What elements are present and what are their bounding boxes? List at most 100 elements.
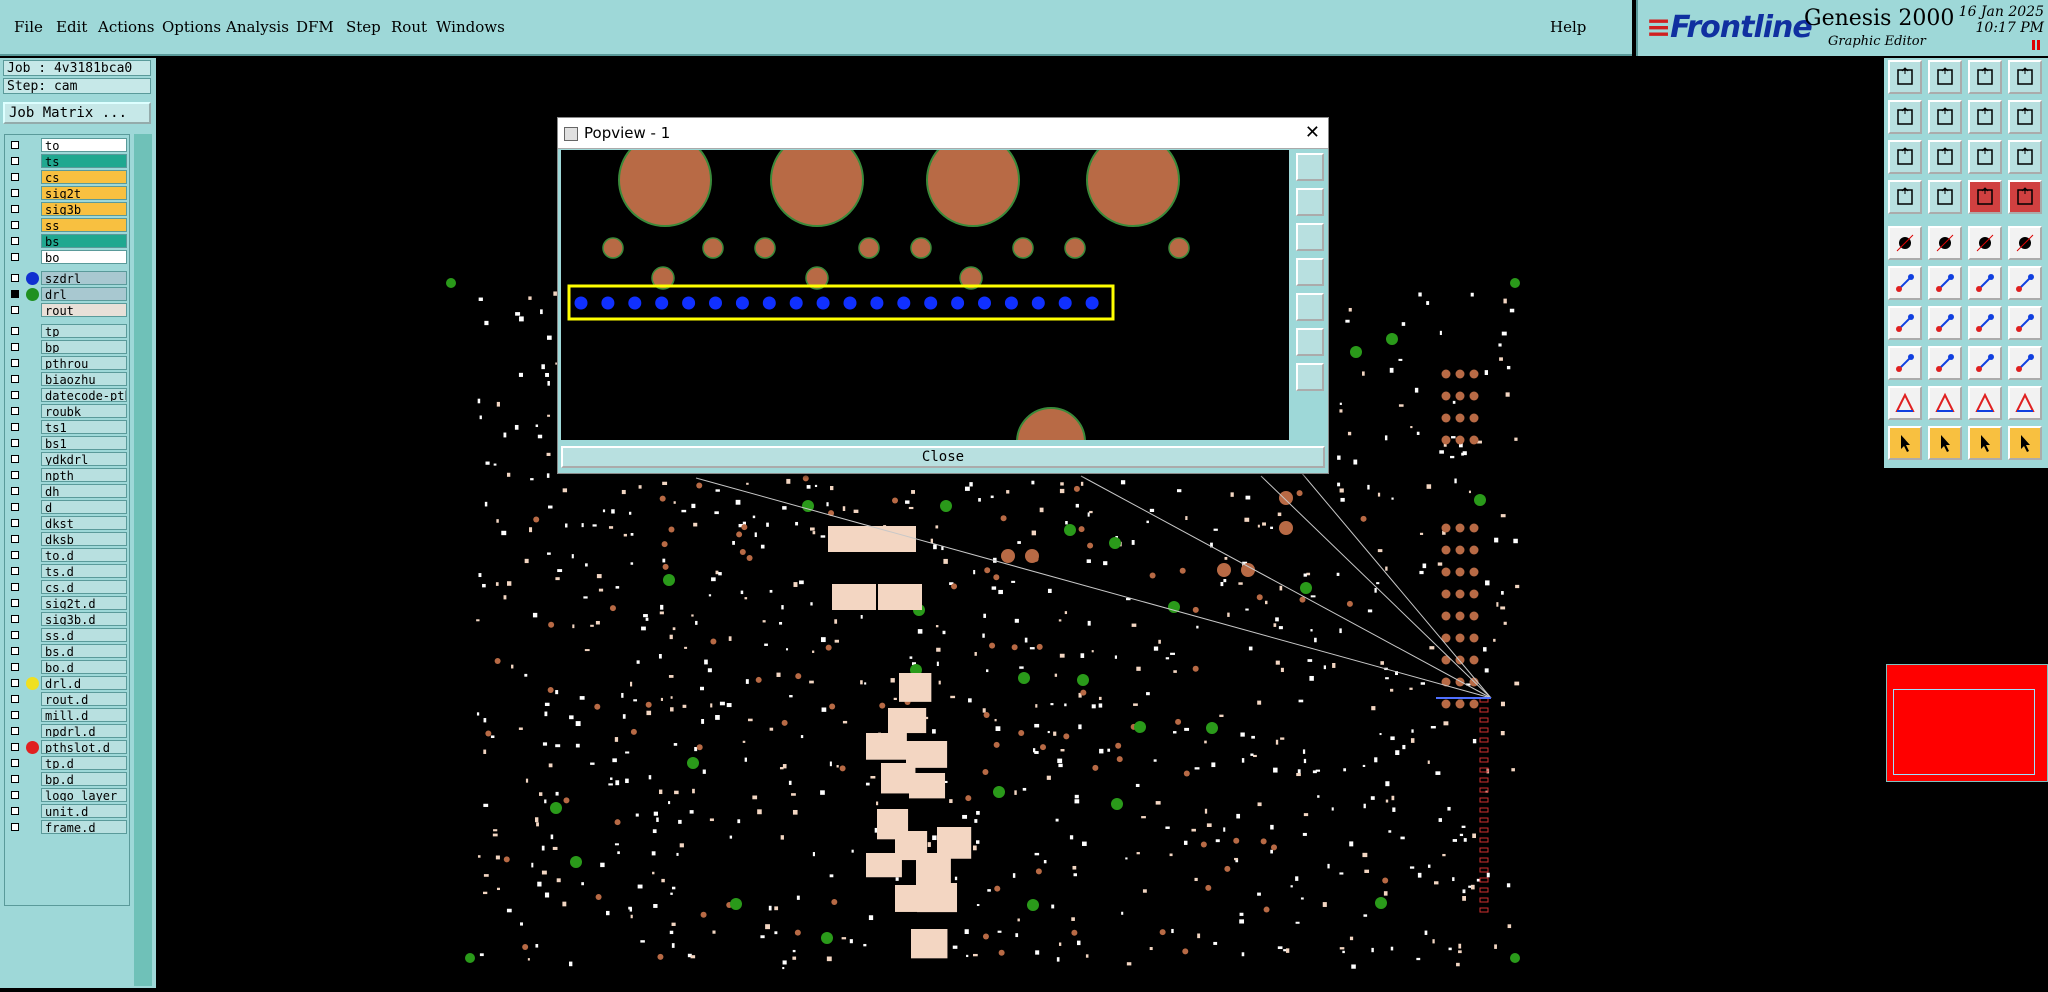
- layer-row-dkst[interactable]: dkst: [5, 516, 129, 531]
- layer-name[interactable]: d: [41, 500, 127, 514]
- layer-checkbox[interactable]: [11, 157, 19, 165]
- layer-checkbox[interactable]: [11, 290, 19, 298]
- layer-name[interactable]: dksb: [41, 532, 127, 546]
- layer-row-ts[interactable]: ts: [5, 154, 129, 169]
- layer-row-rout[interactable]: rout: [5, 303, 129, 318]
- layer-name[interactable]: cs: [41, 170, 127, 184]
- popview-zoom-icon[interactable]: [1296, 153, 1324, 181]
- layer-name[interactable]: to: [41, 138, 127, 152]
- gap-icon[interactable]: [2008, 306, 2042, 340]
- layer-checkbox[interactable]: [11, 343, 19, 351]
- single-select-icon[interactable]: [1888, 226, 1922, 260]
- layer-row-logo-layer-[interactable]: logo_layer_: [5, 788, 129, 803]
- layer-row-roubk[interactable]: roubk: [5, 404, 129, 419]
- menu-help[interactable]: Help: [1550, 18, 1586, 36]
- pointer-step-icon[interactable]: [2008, 426, 2042, 460]
- layer-row-dh[interactable]: dh: [5, 484, 129, 499]
- layer-row-dksb[interactable]: dksb: [5, 532, 129, 547]
- layer-checkbox[interactable]: [11, 359, 19, 367]
- diagonal-icon[interactable]: [1928, 306, 1962, 340]
- pause-icon[interactable]: [2032, 40, 2040, 50]
- menu-dfm[interactable]: DFM: [296, 18, 334, 36]
- layer-row-ss[interactable]: ss: [5, 218, 129, 233]
- layer-row-bp-d[interactable]: bp.d: [5, 772, 129, 787]
- layer-row-unit-d[interactable]: unit.d: [5, 804, 129, 819]
- layer-name[interactable]: ts: [41, 154, 127, 168]
- popview-center-icon[interactable]: [1296, 363, 1324, 391]
- layer-row-d[interactable]: d: [5, 500, 129, 515]
- layer-name[interactable]: rout: [41, 303, 127, 317]
- layer-row-mill-d[interactable]: mill.d: [5, 708, 129, 723]
- layer-name[interactable]: bs1: [41, 436, 127, 450]
- menu-file[interactable]: File: [14, 18, 43, 36]
- scale-1to2-icon[interactable]: [1968, 140, 2002, 174]
- layout-icon[interactable]: [2008, 60, 2042, 94]
- layer-checkbox[interactable]: [11, 791, 19, 799]
- layer-name[interactable]: bs: [41, 234, 127, 248]
- menu-rout[interactable]: Rout: [391, 18, 427, 36]
- popview-close-button[interactable]: Close: [561, 446, 1325, 468]
- layer-row-bo-d[interactable]: bo.d: [5, 660, 129, 675]
- popview-zoom-view[interactable]: [561, 150, 1289, 440]
- layer-row-ts1[interactable]: ts1: [5, 420, 129, 435]
- layer-checkbox[interactable]: [11, 599, 19, 607]
- angle-icon[interactable]: [1888, 306, 1922, 340]
- layer-checkbox[interactable]: [11, 274, 19, 282]
- layer-checkbox[interactable]: [11, 631, 19, 639]
- layer-checkbox[interactable]: [11, 551, 19, 559]
- menu-actions[interactable]: Actions: [98, 18, 154, 36]
- undo-zoom-icon[interactable]: [1968, 100, 2002, 134]
- layer-name[interactable]: dkst: [41, 516, 127, 530]
- open-job-icon[interactable]: [1888, 60, 1922, 94]
- layer-row-szdrl[interactable]: szdrl: [5, 271, 129, 286]
- layer-name[interactable]: tp.d: [41, 756, 127, 770]
- layer-name[interactable]: bo: [41, 250, 127, 264]
- window-split-icon[interactable]: [2008, 100, 2042, 134]
- layer-row-drl-d[interactable]: drl.d: [5, 676, 129, 691]
- popview-back-icon[interactable]: [1296, 258, 1324, 286]
- layer-checkbox[interactable]: [11, 727, 19, 735]
- layer-checkbox[interactable]: [11, 439, 19, 447]
- measure-icon[interactable]: [1888, 180, 1922, 214]
- strip-icon[interactable]: [1968, 226, 2002, 260]
- circle-icon[interactable]: [2008, 226, 2042, 260]
- menu-options[interactable]: Options: [162, 18, 221, 36]
- move-icon[interactable]: [1888, 266, 1922, 300]
- layer-name[interactable]: npth: [41, 468, 127, 482]
- pad-icon[interactable]: [1888, 346, 1922, 380]
- layer-name[interactable]: sig2t: [41, 186, 127, 200]
- zoom-forward-icon[interactable]: [1928, 100, 1962, 134]
- layer-name[interactable]: drl.d: [41, 676, 127, 690]
- text-a-icon[interactable]: [1888, 386, 1922, 420]
- layer-row-rout-d[interactable]: rout.d: [5, 692, 129, 707]
- layer-checkbox[interactable]: [11, 615, 19, 623]
- layer-checkbox[interactable]: [11, 807, 19, 815]
- layer-name[interactable]: datecode-pth: [41, 388, 127, 402]
- layer-name[interactable]: tp: [41, 324, 127, 338]
- pointer-select-icon[interactable]: [1928, 426, 1962, 460]
- popview-fit-icon[interactable]: [1296, 328, 1324, 356]
- layer-row-sig3b[interactable]: sig3b: [5, 202, 129, 217]
- layer-checkbox[interactable]: [11, 253, 19, 261]
- layer-checkbox[interactable]: [11, 647, 19, 655]
- layer-checkbox[interactable]: [11, 503, 19, 511]
- layer-name[interactable]: pthslot.d: [41, 740, 127, 754]
- link-icon[interactable]: [2008, 266, 2042, 300]
- menu-analysis[interactable]: Analysis: [226, 18, 289, 36]
- layer-row-tp[interactable]: tp: [5, 324, 129, 339]
- layer-row-sig3b-d[interactable]: sig3b.d: [5, 612, 129, 627]
- home-icon[interactable]: [1968, 60, 2002, 94]
- layer-row-bs[interactable]: bs: [5, 234, 129, 249]
- layer-row-ss-d[interactable]: ss.d: [5, 628, 129, 643]
- layer-row-frame-d[interactable]: frame.d: [5, 820, 129, 835]
- layer-checkbox[interactable]: [11, 205, 19, 213]
- layer-checkbox[interactable]: [11, 695, 19, 703]
- navigator-viewport[interactable]: [1893, 689, 2035, 775]
- help-icon[interactable]: [2008, 140, 2042, 174]
- layer-name[interactable]: mill.d: [41, 708, 127, 722]
- layer-row-cs[interactable]: cs: [5, 170, 129, 185]
- layer-checkbox[interactable]: [11, 327, 19, 335]
- layer-checkbox[interactable]: [11, 535, 19, 543]
- layer-checkbox[interactable]: [11, 221, 19, 229]
- layer-checkbox[interactable]: [11, 423, 19, 431]
